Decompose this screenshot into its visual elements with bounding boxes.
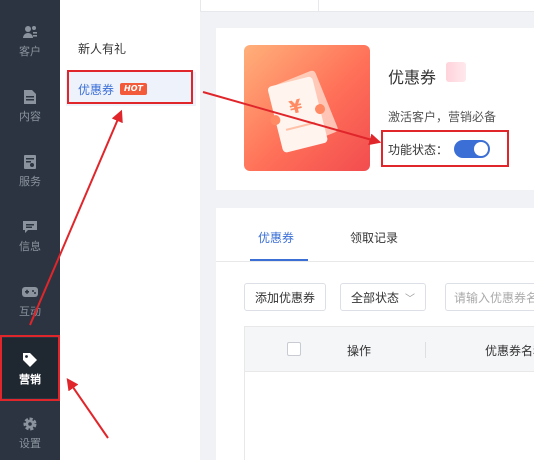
sidebar-item-label: 内容 xyxy=(19,109,41,123)
gear-icon xyxy=(21,415,39,433)
sidebar-item-interaction[interactable]: 互动 xyxy=(0,270,60,330)
sidebar-item-label: 客户 xyxy=(19,44,41,58)
message-icon xyxy=(21,218,39,236)
column-header-coupon-name: 优惠券名称 xyxy=(485,344,534,358)
divider xyxy=(318,0,319,12)
annotation-box-status-toggle xyxy=(381,130,509,167)
sidebar-item-label: 信息 xyxy=(19,239,41,253)
sidebar-item-service[interactable]: 服务 xyxy=(0,140,60,200)
column-divider xyxy=(425,342,426,358)
content-icon xyxy=(21,88,39,106)
search-placeholder: 请输入优惠券名称 xyxy=(454,290,534,305)
sidebar-item-label: 互动 xyxy=(19,304,41,318)
tab-bar: 优惠券 领取记录 xyxy=(216,208,534,262)
feature-title: 优惠券 xyxy=(388,68,437,87)
secondary-sidebar: 新人有礼 优惠券 HOT xyxy=(60,0,200,460)
annotation-box-coupon-menu xyxy=(67,70,193,104)
divider xyxy=(200,0,201,12)
add-coupon-button[interactable]: 添加优惠券 xyxy=(244,283,327,311)
sidebar-item-label: 设置 xyxy=(19,436,41,450)
coupon-search-input[interactable]: 请输入优惠券名称 xyxy=(445,283,534,311)
add-coupon-label: 添加优惠券 xyxy=(255,290,316,305)
feature-description: 激活客户，营销必备 xyxy=(388,110,497,124)
sidebar-item-message[interactable]: 信息 xyxy=(0,205,60,265)
service-icon xyxy=(21,153,39,171)
sidebar-item-content[interactable]: 内容 xyxy=(0,75,60,135)
tab-coupons[interactable]: 优惠券 xyxy=(258,229,294,246)
sidebar-item-customers[interactable]: 客户 xyxy=(0,10,60,70)
status-select-value: 全部状态 xyxy=(351,290,400,305)
chevron-down-icon: ﹀ xyxy=(405,293,416,305)
customers-icon xyxy=(21,23,39,41)
column-header-actions: 操作 xyxy=(347,344,372,358)
gamepad-icon xyxy=(21,283,39,301)
sidebar-item-settings[interactable]: 设置 xyxy=(0,402,60,460)
table-body xyxy=(244,372,534,460)
top-header-strip xyxy=(200,0,534,12)
table-header: 操作 优惠券名称 xyxy=(244,326,534,372)
subnav-item-label: 新人有礼 xyxy=(78,41,127,56)
coupon-panel: 优惠券 领取记录 添加优惠券 全部状态 ﹀ 请输入优惠券名称 操作 优惠券名称 xyxy=(216,208,534,460)
sidebar-item-label: 服务 xyxy=(19,174,41,188)
status-select[interactable]: 全部状态 ﹀ xyxy=(340,283,427,311)
active-tab-indicator xyxy=(250,259,308,261)
annotation-box-marketing xyxy=(0,335,60,401)
select-all-checkbox[interactable] xyxy=(287,342,301,356)
tab-claim-records[interactable]: 领取记录 xyxy=(350,229,398,246)
feature-badge xyxy=(446,62,466,82)
coupon-illustration: ¥ xyxy=(244,45,370,171)
